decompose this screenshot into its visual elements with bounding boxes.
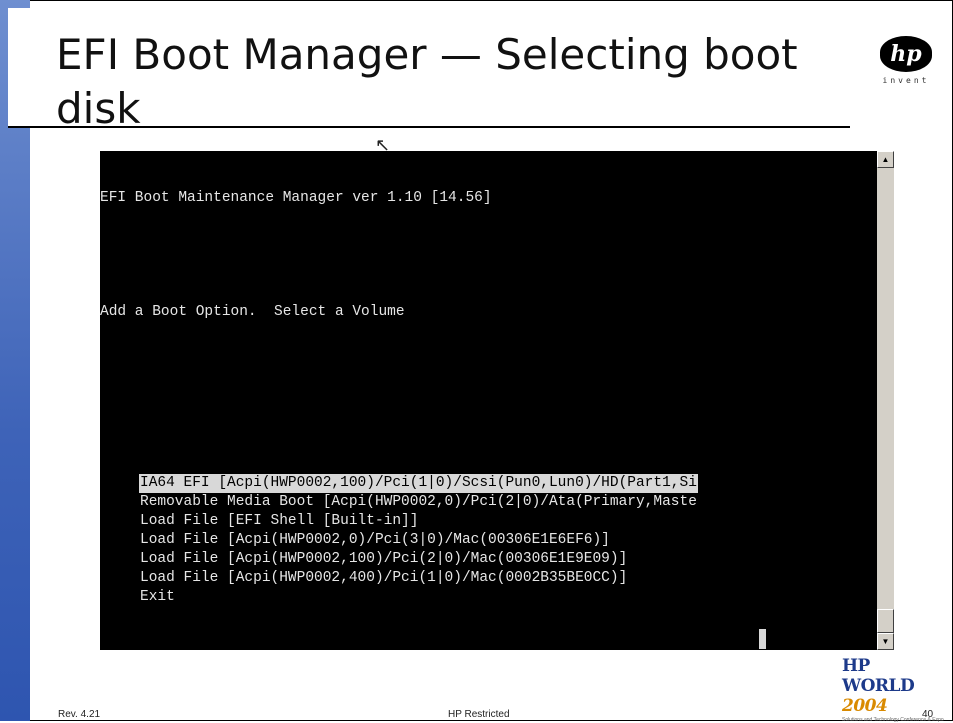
footer-classification: HP Restricted — [448, 709, 510, 720]
vertical-scrollbar[interactable]: ▲ ▼ — [877, 151, 894, 650]
boot-volume-menu: IA64 EFI [Acpi(HWP0002,100)/Pci(1|0)/Scs… — [100, 474, 698, 607]
boot-volume-row: Load File [Acpi(HWP0002,400)/Pci(1|0)/Ma… — [100, 569, 698, 588]
boot-volume-option[interactable]: Load File [Acpi(HWP0002,0)/Pci(3|0)/Mac(… — [139, 531, 698, 550]
console-prompt: Add a Boot Option. Select a Volume — [100, 304, 405, 320]
boot-volume-row: Removable Media Boot [Acpi(HWP0002,0)/Pc… — [100, 493, 698, 512]
console-header: EFI Boot Maintenance Manager ver 1.10 [1… — [100, 190, 492, 206]
boot-volume-row: IA64 EFI [Acpi(HWP0002,100)/Pci(1|0)/Scs… — [100, 474, 698, 493]
text-cursor — [759, 629, 766, 649]
boot-volume-row: Load File [Acpi(HWP0002,100)/Pci(2|0)/Ma… — [100, 550, 698, 569]
boot-volume-row: Exit — [100, 588, 698, 607]
console-text: EFI Boot Maintenance Manager ver 1.10 [1… — [100, 151, 698, 645]
boot-volume-row: Load File [Acpi(HWP0002,0)/Pci(3|0)/Mac(… — [100, 531, 698, 550]
efi-console-screen: EFI Boot Maintenance Manager ver 1.10 [1… — [100, 151, 877, 650]
hpworld-wordmark: HP WORLD — [842, 656, 915, 696]
boot-volume-option-selected[interactable]: IA64 EFI [Acpi(HWP0002,100)/Pci(1|0)/Scs… — [139, 474, 698, 493]
mouse-pointer-icon: ↖ — [375, 135, 391, 155]
scroll-thumb[interactable] — [877, 609, 894, 633]
footer-revision: Rev. 4.21 — [58, 709, 101, 720]
boot-volume-option[interactable]: Load File [Acpi(HWP0002,100)/Pci(2|0)/Ma… — [139, 550, 698, 569]
boot-volume-option[interactable]: Load File [EFI Shell [Built-in]] — [139, 512, 698, 531]
scroll-down-button[interactable]: ▼ — [877, 633, 894, 650]
boot-volume-option[interactable]: Removable Media Boot [Acpi(HWP0002,0)/Pc… — [139, 493, 698, 512]
hpworld-2004-logo: HP WORLD 2004 Solutions and Technology C… — [842, 656, 946, 723]
hp-logo-tagline: invent — [882, 76, 930, 85]
hpworld-year: 2004 — [842, 696, 888, 716]
boot-volume-option[interactable]: Load File [Acpi(HWP0002,400)/Pci(1|0)/Ma… — [139, 569, 698, 588]
footer-page-number: 40 — [922, 709, 934, 720]
slide-title: EFI Boot Manager — Selecting boot disk — [56, 30, 798, 133]
hp-logo: hp invent — [872, 36, 940, 100]
hp-logo-mark: hp — [880, 36, 932, 72]
boot-volume-row: Load File [EFI Shell [Built-in]] — [100, 512, 698, 531]
boot-volume-option[interactable]: Exit — [139, 588, 698, 607]
scroll-up-button[interactable]: ▲ — [877, 151, 894, 168]
